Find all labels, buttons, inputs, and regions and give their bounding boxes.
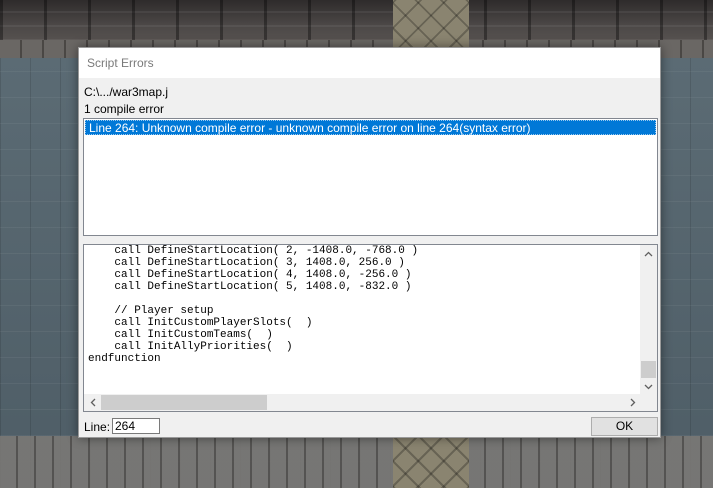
code-view[interactable]: call DefineStartLocation( 2, -1408.0, -7… (83, 244, 658, 412)
code-line: call InitAllyPriorities( ) (88, 341, 293, 353)
error-list-item[interactable]: Line 264: Unknown compile error - unknow… (85, 120, 656, 135)
horizontal-scrollbar[interactable] (84, 394, 641, 411)
chevron-left-icon[interactable] (84, 394, 101, 411)
dialog-title: Script Errors (87, 56, 154, 70)
script-errors-dialog: Script Errors C:\.../war3map.j 1 compile… (78, 47, 661, 438)
code-line: call InitCustomPlayerSlots( ) (88, 317, 313, 329)
code-line: call InitCustomTeams( ) (88, 329, 273, 341)
line-number-field[interactable]: 264 (112, 418, 160, 434)
file-path-label: C:\.../war3map.j (84, 85, 169, 99)
code-line: call DefineStartLocation( 3, 1408.0, 256… (88, 257, 405, 269)
ok-button[interactable]: OK (591, 417, 658, 436)
code-text[interactable]: call DefineStartLocation( 2, -1408.0, -7… (88, 245, 640, 395)
code-line: endfunction (88, 353, 161, 365)
code-line: call DefineStartLocation( 2, -1408.0, -7… (88, 245, 419, 257)
chevron-up-icon[interactable] (640, 245, 657, 262)
background-rail (0, 436, 713, 488)
scrollbar-corner (640, 394, 657, 411)
line-label: Line: (84, 420, 111, 434)
code-line: call DefineStartLocation( 5, 1408.0, -83… (88, 281, 412, 293)
error-list[interactable]: Line 264: Unknown compile error - unknow… (83, 118, 658, 236)
horizontal-scroll-thumb[interactable] (101, 395, 267, 410)
error-count-label: 1 compile error (84, 102, 165, 116)
code-line: call DefineStartLocation( 4, 1408.0, -25… (88, 269, 412, 281)
code-line: // Player setup (88, 305, 214, 317)
vertical-scrollbar[interactable] (640, 245, 657, 395)
chevron-down-icon[interactable] (640, 378, 657, 395)
title-bar[interactable]: Script Errors (79, 48, 660, 78)
vertical-scroll-thumb[interactable] (641, 361, 656, 378)
chevron-right-icon[interactable] (624, 394, 641, 411)
